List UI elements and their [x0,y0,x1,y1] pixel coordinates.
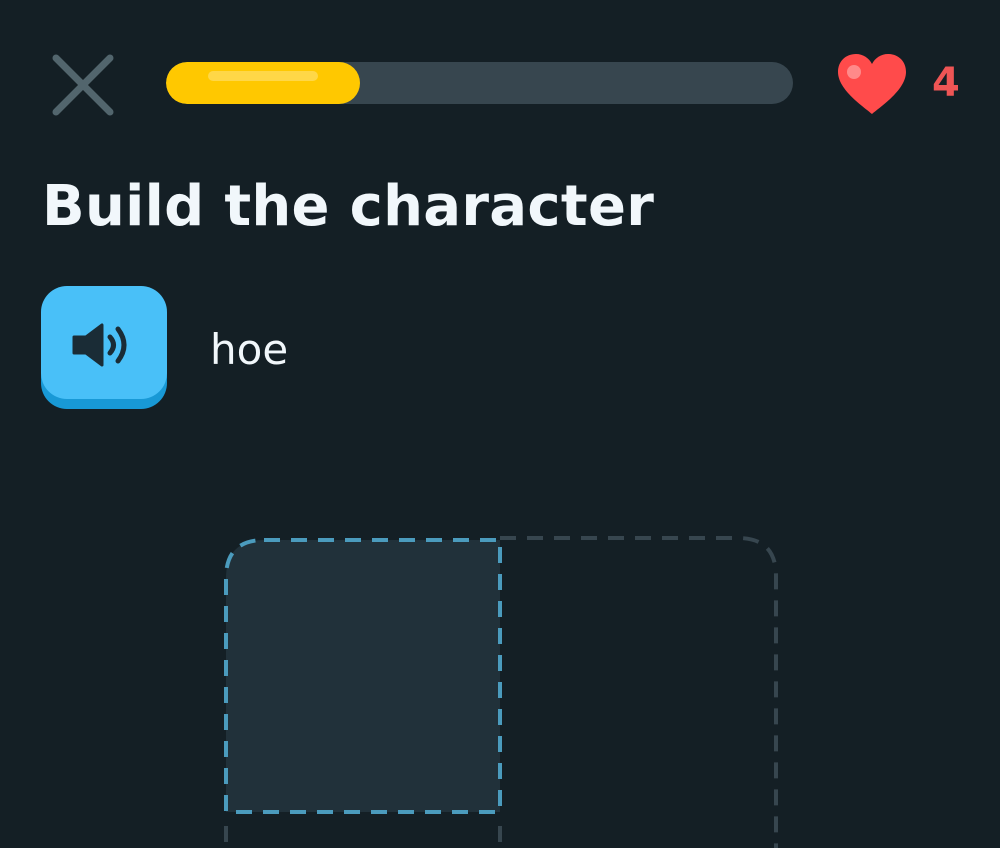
grid-cell-bottom-left[interactable] [226,812,500,848]
lesson-screen: 4 Build the character hoe [0,0,1000,848]
grid-cell-bottom-right[interactable] [500,812,776,848]
grid-cell-top-left[interactable] [226,540,500,812]
grid-cell-top-right[interactable] [500,540,776,812]
